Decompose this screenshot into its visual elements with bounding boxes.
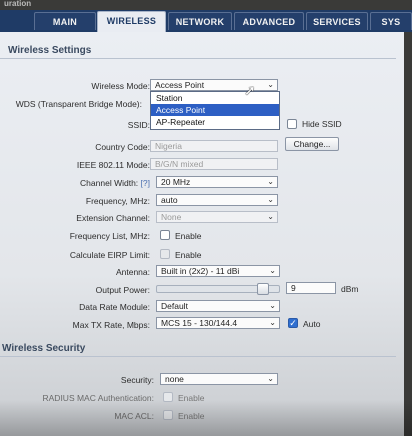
- frequency-value: auto: [161, 195, 178, 205]
- wireless-settings-title: Wireless Settings: [8, 45, 92, 56]
- ieee-mode-label: IEEE 802.11 Mode:: [76, 160, 150, 170]
- max-tx-rate-value: MCS 15 - 130/144.4: [161, 318, 238, 328]
- frequency-list-enable-label: Enable: [175, 231, 202, 241]
- chevron-down-icon: ⌄: [267, 177, 274, 186]
- tab-bar: MAIN WIRELESS NETWORK ADVANCED SERVICES …: [0, 10, 412, 32]
- frequency-list-checkbox[interactable]: [160, 230, 170, 240]
- ssid-label: SSID:: [127, 120, 150, 130]
- wireless-mode-value: Access Point: [155, 80, 205, 90]
- wireless-mode-select[interactable]: Access Point ⌄: [150, 79, 278, 91]
- mouse-cursor-icon: ➚: [244, 82, 256, 98]
- output-power-label: Output Power:: [95, 285, 150, 295]
- country-code-field: Nigeria: [150, 140, 278, 152]
- security-label: Security:: [120, 375, 154, 385]
- antenna-select[interactable]: Built in (2x2) - 11 dBi ⌄: [156, 265, 280, 277]
- window-title: uration: [4, 0, 32, 8]
- chevron-down-icon: ⌄: [269, 301, 276, 310]
- channel-width-text: Channel Width:: [80, 178, 139, 188]
- channel-width-select[interactable]: 20 MHz ⌄: [156, 176, 278, 188]
- wds-label: WDS (Transparent Bridge Mode):: [15, 99, 142, 109]
- tab-advanced[interactable]: ADVANCED: [234, 12, 304, 30]
- section-divider: [0, 356, 396, 357]
- data-rate-module-select[interactable]: Default ⌄: [156, 300, 280, 312]
- wireless-mode-dropdown-list: Station Access Point AP-Repeater: [150, 91, 280, 130]
- frequency-list-label: Frequency List, MHz:: [69, 231, 150, 241]
- wireless-mode-label: Wireless Mode:: [91, 81, 150, 91]
- data-rate-module-value: Default: [161, 301, 188, 311]
- dropdown-option-access-point[interactable]: Access Point: [151, 104, 279, 116]
- calculate-eirp-checkbox[interactable]: [160, 249, 170, 259]
- max-tx-rate-select[interactable]: MCS 15 - 130/144.4 ⌄: [156, 317, 280, 329]
- output-power-unit: dBm: [341, 284, 359, 294]
- dropdown-option-station[interactable]: Station: [151, 92, 279, 104]
- chevron-down-icon: ⌄: [267, 80, 274, 89]
- channel-width-label: Channel Width: [?]: [6, 178, 150, 188]
- hide-ssid-checkbox[interactable]: [287, 119, 297, 129]
- data-rate-module-label: Data Rate Module:: [79, 302, 150, 312]
- extension-channel-value: None: [161, 212, 182, 222]
- mac-acl-label: MAC ACL:: [114, 411, 154, 421]
- chevron-down-icon: ⌄: [267, 195, 274, 204]
- extension-channel-select: None ⌄: [156, 211, 278, 223]
- extension-channel-label: Extension Channel:: [76, 213, 150, 223]
- dropdown-option-ap-repeater[interactable]: AP-Repeater: [151, 116, 279, 128]
- security-select[interactable]: none ⌄: [160, 373, 278, 385]
- wireless-security-title: Wireless Security: [2, 343, 86, 354]
- calculate-eirp-enable-label: Enable: [175, 250, 202, 260]
- ieee-mode-field: B/G/N mixed: [150, 158, 278, 170]
- frequency-label: Frequency, MHz:: [85, 196, 150, 206]
- security-value: none: [165, 374, 184, 384]
- tab-services[interactable]: SERVICES: [306, 12, 368, 30]
- max-tx-auto-label: Auto: [303, 319, 321, 329]
- channel-width-help-link[interactable]: [?]: [141, 178, 150, 188]
- antenna-value: Built in (2x2) - 11 dBi: [161, 266, 240, 276]
- channel-width-value: 20 MHz: [161, 177, 191, 187]
- max-tx-auto-checkbox[interactable]: ✓: [288, 318, 298, 328]
- max-tx-rate-label: Max TX Rate, Mbps:: [72, 320, 150, 330]
- mac-acl-enable-label: Enable: [178, 411, 205, 421]
- output-power-input[interactable]: 9: [286, 282, 336, 294]
- radius-mac-label: RADIUS MAC Authentication:: [42, 393, 155, 403]
- chevron-down-icon: ⌄: [267, 212, 274, 221]
- calculate-eirp-label: Calculate EIRP Limit:: [69, 250, 150, 260]
- tab-wireless[interactable]: WIRELESS: [97, 11, 166, 32]
- tab-system[interactable]: SYS: [370, 12, 412, 30]
- section-divider: [0, 58, 396, 59]
- frequency-select[interactable]: auto ⌄: [156, 194, 278, 206]
- screen-edge: [404, 32, 412, 436]
- hide-ssid-label: Hide SSID: [302, 119, 342, 129]
- change-country-button[interactable]: Change...: [285, 137, 339, 151]
- window-titlebar: uration: [0, 0, 412, 10]
- mac-acl-checkbox[interactable]: [163, 410, 173, 420]
- tab-network[interactable]: NETWORK: [168, 12, 232, 30]
- radius-mac-checkbox[interactable]: [163, 392, 173, 402]
- country-code-label: Country Code:: [95, 142, 150, 152]
- output-power-slider-handle[interactable]: [256, 283, 269, 295]
- chevron-down-icon: ⌄: [267, 374, 274, 383]
- tab-main[interactable]: MAIN: [34, 12, 96, 30]
- antenna-label: Antenna:: [115, 267, 150, 277]
- radius-mac-enable-label: Enable: [178, 393, 205, 403]
- chevron-down-icon: ⌄: [269, 266, 276, 275]
- chevron-down-icon: ⌄: [269, 318, 276, 327]
